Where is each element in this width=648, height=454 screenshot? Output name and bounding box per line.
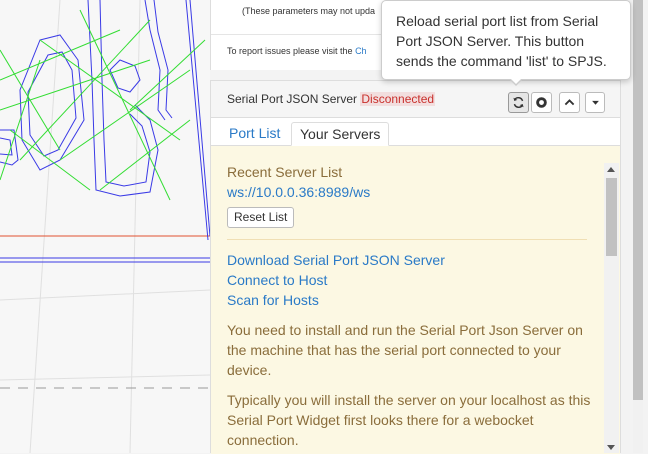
widget-title: Serial Port JSON Server Disconnected xyxy=(227,92,436,106)
recent-server-list: ws://10.0.0.36:8989/ws xyxy=(227,182,592,202)
tab-bar: Port List Your Servers xyxy=(211,118,620,146)
scroll-down-arrow-icon[interactable] xyxy=(607,445,615,450)
refresh-tooltip: Reload serial port list from Serial Port… xyxy=(381,0,631,80)
widget-title-text: Serial Port JSON Server xyxy=(227,92,361,106)
toolpath-drawing xyxy=(0,0,210,453)
section-divider xyxy=(227,239,587,240)
issues-link[interactable]: Ch xyxy=(355,46,367,56)
tooltip-arrow-fill xyxy=(510,78,522,84)
server-actions: Download Serial Port JSON Server Connect… xyxy=(227,250,592,310)
recent-server-label: Recent Server List xyxy=(227,164,343,180)
page-scrollbar-track[interactable] xyxy=(633,400,643,453)
tab-port-list[interactable]: Port List xyxy=(221,122,288,145)
localhost-instructions: Typically you will install the server on… xyxy=(227,392,591,448)
refresh-icon xyxy=(513,97,524,108)
reset-list-button[interactable]: Reset List xyxy=(227,207,295,228)
servers-panel: Recent Server List ws://10.0.0.36:8989/w… xyxy=(211,146,620,454)
status-badge: Disconnected xyxy=(360,92,436,106)
chevron-up-icon xyxy=(564,99,575,106)
caret-down-icon xyxy=(591,100,599,105)
content-scrollbar[interactable] xyxy=(604,163,619,453)
issues-text: To report issues please visit the xyxy=(227,46,356,56)
collapse-button[interactable] xyxy=(559,92,580,113)
recent-server-link[interactable]: ws://10.0.0.36:8989/ws xyxy=(227,182,592,202)
scan-for-hosts-link[interactable]: Scan for Hosts xyxy=(227,290,592,310)
connect-to-host-link[interactable]: Connect to Host xyxy=(227,270,592,290)
content-scrollbar-thumb[interactable] xyxy=(606,178,617,256)
widget-menu-button[interactable] xyxy=(585,92,605,113)
connect-button[interactable] xyxy=(531,92,552,113)
download-spjs-link[interactable]: Download Serial Port JSON Server xyxy=(227,250,592,270)
page-scrollbar-thumb[interactable] xyxy=(633,0,643,400)
tab-your-servers[interactable]: Your Servers xyxy=(291,122,390,146)
issues-note: To report issues please visit the Ch xyxy=(227,46,367,56)
spjs-header: Serial Port JSON Server Disconnected xyxy=(211,81,620,118)
params-note: (These parameters may not upda xyxy=(242,6,376,16)
3d-viewer-canvas[interactable] xyxy=(0,0,210,453)
install-instructions: You need to install and run the Serial P… xyxy=(227,322,583,378)
power-circle-icon xyxy=(536,97,547,108)
spjs-widget: Serial Port JSON Server Disconnected Por… xyxy=(210,80,621,454)
refresh-ports-button[interactable] xyxy=(508,92,529,113)
scroll-up-arrow-icon[interactable] xyxy=(607,167,615,172)
